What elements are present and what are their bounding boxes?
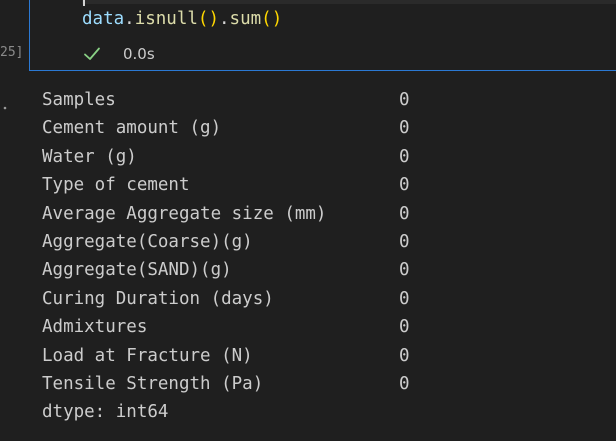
output-row-value: 0 [399,90,410,110]
output-row-label: Aggregate(SAND)(g) [42,260,232,281]
code-token-dot: . [124,9,135,29]
output-row-value: 0 [399,288,410,309]
output-row: Load at Fracture (N) 0 [42,342,410,370]
output-row-value: 0 [399,345,410,366]
cell-output: Samples 0 Cement amount (g) 0 Water (g) 0 Type… [42,86,410,427]
output-row-value: 0 [399,317,410,338]
output-row: Admixtures 0 [42,313,410,341]
code-line[interactable]: data.isnull().sum() [82,7,282,31]
output-row: Aggregate(SAND)(g) 0 [42,256,410,284]
code-token-function: isnull [134,9,198,29]
output-row-value: 0 [399,260,410,281]
check-icon [83,45,101,63]
output-row-label: Cement amount (g) [42,118,222,139]
execution-time: 0.0s [123,45,155,63]
output-row-label: Aggregate(Coarse)(g) [42,231,253,252]
output-row: Curing Duration (days) 0 [42,285,410,313]
output-row-value: 0 [399,203,410,224]
output-row: Cement amount (g) 0 [42,114,410,142]
output-row-label: Tensile Strength (Pa) [42,373,264,394]
output-row: Water (g) 0 [42,143,410,171]
output-row-value: 0 [399,146,410,167]
output-row-value: 0 [399,231,410,252]
output-row-label: Average Aggregate size (mm) [42,203,327,224]
output-row-label: Type of cement [42,175,190,196]
output-row-label: Samples [42,90,116,110]
output-row: Average Aggregate size (mm) 0 [42,200,410,228]
output-row-value: 0 [399,175,410,196]
output-row-label: Curing Duration (days) [42,288,274,309]
notebook-view: data.isnull().sum() 0.0s 25] Samples 0 Cem… [0,0,616,441]
code-token-parens: () [261,9,283,29]
output-row-label: Load at Fracture (N) [42,345,253,366]
code-token-dot: . [219,9,230,29]
output-row: Aggregate(Coarse)(g) 0 [42,228,410,256]
output-dtype: dtype: int64 [42,402,169,423]
output-row-value: 0 [399,118,410,139]
code-cell[interactable]: data.isnull().sum() 0.0s [29,0,616,71]
output-series: Samples 0 Cement amount (g) 0 Water (g) 0 Type… [42,86,410,398]
output-row-label: Admixtures [42,317,148,338]
editor-top-border [82,0,616,4]
code-token-parens: () [197,9,219,29]
output-row-value: 0 [399,373,410,394]
text-cursor [83,0,85,6]
output-row-label: Water (g) [42,146,137,167]
output-collapse-handle[interactable] [3,95,7,110]
output-row: Samples 0 [42,86,410,114]
execution-count: 25] [0,45,24,60]
cell-status: 0.0s [83,43,155,65]
output-row: Tensile Strength (Pa) 0 [42,370,410,398]
code-editor[interactable]: data.isnull().sum() [82,0,616,38]
output-row: Type of cement 0 [42,171,410,199]
code-token-variable: data [82,9,125,29]
code-token-function: sum [229,9,262,29]
